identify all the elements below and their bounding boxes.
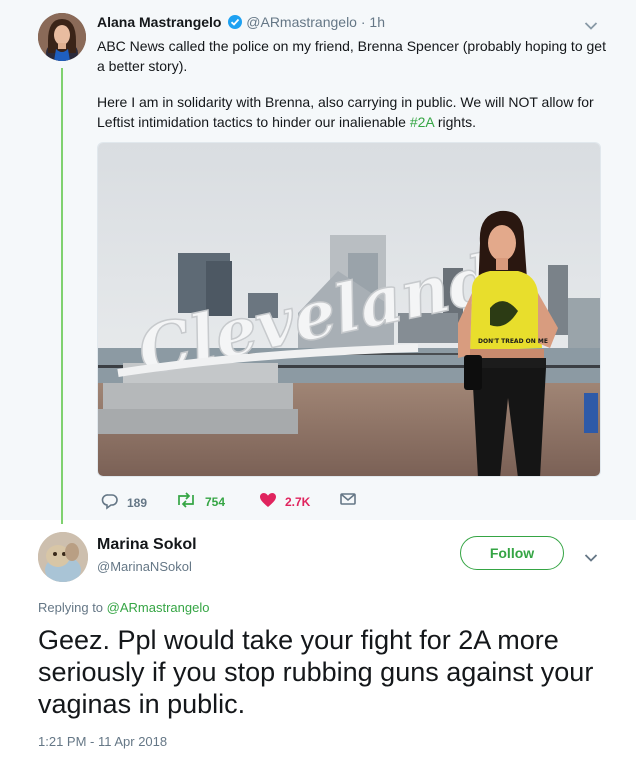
- avatar-alana[interactable]: [38, 13, 86, 61]
- direct-message-icon: [340, 492, 356, 509]
- paragraph-2-text: Here I am in solidarity with Brenna, als…: [97, 94, 594, 130]
- like-count: 2.7K: [285, 494, 311, 509]
- hashtag-link[interactable]: #2A: [410, 114, 434, 130]
- chevron-down-icon[interactable]: [584, 18, 598, 30]
- avatar-marina[interactable]: [38, 532, 88, 582]
- author-handle[interactable]: @ARmastrangelo: [246, 14, 357, 30]
- direct-message-action[interactable]: [340, 492, 356, 509]
- tweet-paragraph-1: ABC News called the police on my friend,…: [97, 38, 606, 74]
- parent-tweet: Alana Mastrangelo @ARmastrangelo · 1h AB…: [0, 0, 636, 524]
- tweet-photo[interactable]: Cleveland DON'T TREAD ON ME: [97, 142, 601, 477]
- tweet-time[interactable]: 1h: [369, 14, 385, 30]
- follow-button[interactable]: Follow: [460, 536, 564, 570]
- reply-count: 189: [127, 495, 148, 510]
- replying-prefix: Replying to: [38, 600, 104, 615]
- retweet-count: 754: [205, 494, 226, 509]
- reply-text: Geez. Ppl would take your fight for 2A m…: [38, 625, 594, 719]
- replying-to: Replying to @ARmastrangelo: [38, 600, 209, 615]
- reply-author-name[interactable]: Marina Sokol: [97, 536, 197, 554]
- replying-mention-link[interactable]: @ARmastrangelo: [107, 600, 210, 615]
- like-action[interactable]: 2.7K: [259, 492, 310, 511]
- reply-timestamp[interactable]: 1:21 PM - 11 Apr 2018: [38, 734, 167, 749]
- heart-icon: [259, 492, 277, 511]
- reply-author-handle[interactable]: @MarinaNSokol: [97, 559, 192, 574]
- chevron-down-icon[interactable]: [584, 550, 598, 562]
- tweet-paragraph-2: Here I am in solidarity with Brenna, als…: [97, 92, 607, 132]
- thread-connector-line: [61, 68, 63, 524]
- verified-badge-icon: [228, 15, 243, 29]
- shirt-text: DON'T TREAD ON ME: [478, 338, 548, 345]
- paragraph-2-tail: rights.: [433, 114, 476, 130]
- tweet-header: Alana Mastrangelo @ARmastrangelo · 1h: [97, 14, 385, 30]
- author-name[interactable]: Alana Mastrangelo: [97, 14, 221, 30]
- meta-separator: ·: [360, 14, 366, 30]
- retweet-action[interactable]: 754: [175, 492, 225, 511]
- reply-action[interactable]: 189: [101, 492, 147, 513]
- retweet-icon: [175, 492, 197, 511]
- reply-icon: [101, 492, 119, 513]
- tweet-text: ABC News called the police on my friend,…: [97, 36, 607, 148]
